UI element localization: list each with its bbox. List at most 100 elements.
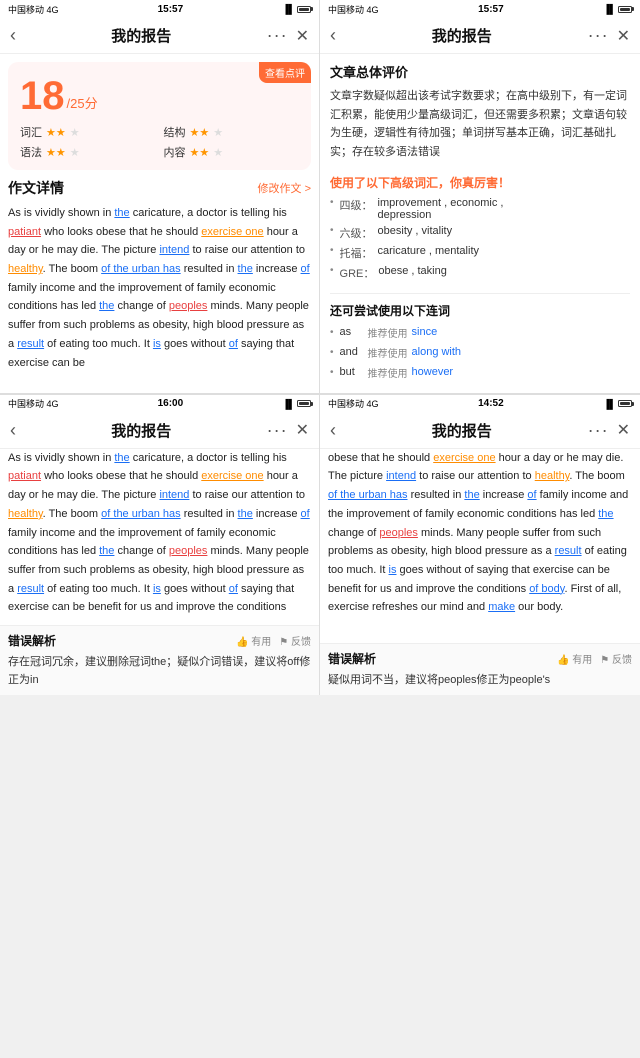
br-peoples: peoples xyxy=(379,527,418,539)
vocab-item-1: • 四级： improvement , economic ,depression xyxy=(330,197,630,221)
more-button-tl[interactable]: ··· xyxy=(267,25,288,46)
time-bl: 16:00 xyxy=(158,398,184,409)
battery-area-bl: ▐▌ xyxy=(282,399,311,409)
bl-of: of xyxy=(301,508,310,520)
metric-structure-label: 结构 xyxy=(164,124,186,140)
vocab-words-1: improvement , economic ,depression xyxy=(378,197,504,221)
nav-bar-top-right: ‹ 我的报告 ··· ✕ xyxy=(320,18,640,54)
time-top-left: 15:57 xyxy=(158,4,184,15)
back-button-tr[interactable]: ‹ xyxy=(330,25,336,46)
conn-value-as: since xyxy=(412,326,438,338)
feedback-btn-bl[interactable]: ⚑ 反馈 xyxy=(279,633,311,648)
essay-br: obese that he should exercise one hour a… xyxy=(320,449,640,643)
view-review-button[interactable]: 查看点评 xyxy=(259,62,311,83)
word-the-1: the xyxy=(114,207,129,219)
word-result: result xyxy=(17,338,44,350)
status-bar-top-right: 中国移动 4G 15:57 ▐▌ xyxy=(320,0,640,18)
nav-actions-tr: ··· ✕ xyxy=(588,25,630,46)
metric-vocab-label: 词汇 xyxy=(20,124,42,140)
more-button-bl[interactable]: ··· xyxy=(267,420,288,441)
word-intend: intend xyxy=(159,244,189,256)
bl-patiant: patiant xyxy=(8,470,41,482)
vocab-item-3: • 托福： caricature , mentality xyxy=(330,245,630,261)
br-intend: intend xyxy=(386,470,416,482)
error-section-br: 错误解析 👍 有用 ⚑ 反馈 疑似用词不当，建议将peoples修正为peopl… xyxy=(320,643,640,695)
carrier-bl: 中国移动 4G xyxy=(8,397,59,410)
metric-content-stars: ★★ xyxy=(190,146,210,159)
back-button-br[interactable]: ‹ xyxy=(330,420,336,441)
close-button-tl[interactable]: ✕ xyxy=(296,26,309,46)
nav-actions-bl: ··· ✕ xyxy=(267,420,309,441)
connector-item-and: • and 推荐使用 along with xyxy=(330,345,630,360)
close-button-tr[interactable]: ✕ xyxy=(617,26,630,46)
bl-result: result xyxy=(17,583,44,595)
word-exercise-one: exercise one xyxy=(201,226,263,238)
error-section-bl: 错误解析 👍 有用 ⚑ 反馈 存在冠词冗余，建议删除冠词the；疑似介词错误，建… xyxy=(0,625,319,695)
word-of-2: of xyxy=(229,338,238,350)
metric-content: 内容 ★★★ xyxy=(164,144,300,160)
bl-the-2: the xyxy=(238,508,253,520)
br-of-body: of body xyxy=(529,583,564,595)
essay-section-title: 作文详情 xyxy=(8,178,64,198)
carrier-right: 中国移动 4G xyxy=(328,3,379,16)
conn-value-and: along with xyxy=(412,346,462,358)
feedback-btn-br[interactable]: ⚑ 反馈 xyxy=(600,651,632,666)
error-header-bl: 错误解析 👍 有用 ⚑ 反馈 xyxy=(8,632,311,649)
vocab-highlight-title: 使用了以下高级词汇，你真厉害！ xyxy=(330,174,630,191)
metric-grammar-label: 语法 xyxy=(20,144,42,160)
br-the-1: the xyxy=(464,489,479,501)
score-display: 18 /25分 xyxy=(20,76,299,116)
bl-is: is xyxy=(153,583,161,595)
close-button-bl[interactable]: ✕ xyxy=(296,420,309,440)
br-is: is xyxy=(389,564,397,576)
status-bar-top-left: 中国移动 4G 15:57 ▐▌ xyxy=(0,0,319,18)
back-button-bl[interactable]: ‹ xyxy=(10,420,16,441)
bl-of-the-urban: of the urban has xyxy=(101,508,181,520)
battery-icon-tr xyxy=(618,6,632,13)
essay-header: 作文详情 修改作文 > xyxy=(8,178,311,198)
error-actions-bl: 👍 有用 ⚑ 反馈 xyxy=(236,633,311,648)
more-button-br[interactable]: ··· xyxy=(588,420,609,441)
error-text-bl: 存在冠词冗余，建议删除冠词the；疑似介词错误，建议将off修正为in xyxy=(8,653,311,689)
battery-icon xyxy=(297,6,311,13)
conn-suggest-and: 推荐使用 xyxy=(368,345,408,360)
metric-structure: 结构 ★★★ xyxy=(164,124,300,140)
battery-area-tr: ▐▌ xyxy=(603,4,632,14)
connector-item-as: • as 推荐使用 since xyxy=(330,325,630,340)
helpful-btn-bl[interactable]: 👍 有用 xyxy=(236,633,271,648)
connector-list: • as 推荐使用 since • and 推荐使用 along with • … xyxy=(330,325,630,380)
metric-vocab-stars: ★★ xyxy=(46,126,66,139)
essay-body-tl: As is vividly shown in the caricature, a… xyxy=(8,204,311,372)
metric-structure-stars: ★★ xyxy=(190,126,210,139)
score-card: 查看点评 18 /25分 词汇 ★★★ 结构 ★★★ 语法 ★★★ xyxy=(8,62,311,170)
score-total: /25分 xyxy=(67,93,98,112)
vocab-words-4: obese , taking xyxy=(378,265,447,277)
back-button-tl[interactable]: ‹ xyxy=(10,25,16,46)
close-button-br[interactable]: ✕ xyxy=(617,420,630,440)
battery-area: ▐▌ xyxy=(282,4,311,14)
metric-vocab: 词汇 ★★★ xyxy=(20,124,156,140)
overall-title: 文章总体评价 xyxy=(330,62,630,81)
metric-grammar-stars: ★★ xyxy=(46,146,66,159)
word-is: is xyxy=(153,338,161,350)
vocab-item-4: • GRE： obese , taking xyxy=(330,265,630,281)
br-result: result xyxy=(555,545,582,557)
bl-of-2: of xyxy=(229,583,238,595)
metric-content-label: 内容 xyxy=(164,144,186,160)
vocab-words-2: obesity , vitality xyxy=(378,225,453,237)
word-of-the-urban: of the urban has xyxy=(101,263,181,275)
vocab-level-2: 六级： xyxy=(340,225,374,241)
time-br: 14:52 xyxy=(478,398,504,409)
br-exercise-one: exercise one xyxy=(433,452,495,464)
edit-essay-button[interactable]: 修改作文 > xyxy=(258,180,311,196)
vocab-list: • 四级： improvement , economic ,depression… xyxy=(330,197,630,281)
word-patiant: patiant xyxy=(8,226,41,238)
error-header-br: 错误解析 👍 有用 ⚑ 反馈 xyxy=(328,650,632,667)
more-button-tr[interactable]: ··· xyxy=(588,25,609,46)
bl-the-3: the xyxy=(99,545,114,557)
battery-icon-bl xyxy=(297,400,311,407)
nav-title-br: 我的报告 xyxy=(432,420,492,441)
helpful-btn-br[interactable]: 👍 有用 xyxy=(557,651,592,666)
status-bar-bottom-left: 中国移动 4G 16:00 ▐▌ xyxy=(0,395,319,413)
carrier-left: 中国移动 4G xyxy=(8,3,59,16)
